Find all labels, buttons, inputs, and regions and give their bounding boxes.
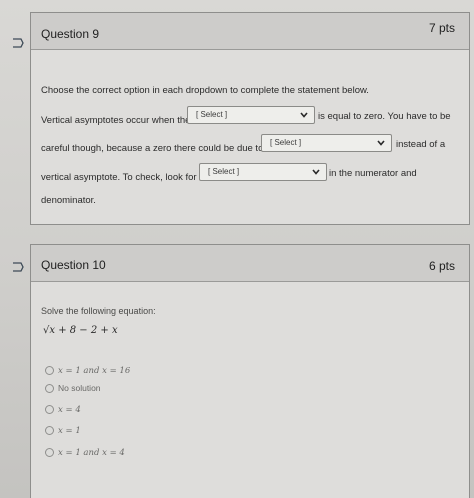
dropdown-3-label: [ Select ]	[208, 167, 240, 176]
answer-option-2[interactable]: No solution	[45, 383, 101, 397]
answer-option-4[interactable]: x = 1	[45, 425, 81, 439]
question-10-title: Question 10	[41, 258, 106, 272]
statement-text-6: in the numerator and	[329, 168, 417, 179]
question-9-points: 7 pts	[428, 21, 455, 35]
question-10-header: Question 10 6 pts	[31, 245, 469, 282]
answer-option-1[interactable]: x = 1 and x = 16	[45, 365, 130, 379]
statement-text-7: denominator.	[41, 195, 96, 206]
chevron-down-icon	[300, 112, 308, 118]
radio-button[interactable]	[45, 384, 54, 394]
question-10-prompt: Solve the following equation:	[41, 306, 156, 316]
question-9-title: Question 9	[41, 27, 100, 41]
radio-button[interactable]	[45, 405, 54, 415]
statement-text-2: is equal to zero. You have to be	[318, 111, 451, 122]
statement-text-5: vertical asymptote. To check, look for a	[41, 172, 205, 183]
statement-text-3: careful though, because a zero there cou…	[41, 143, 272, 154]
radio-button[interactable]	[45, 366, 54, 376]
chevron-down-icon	[377, 140, 385, 146]
dropdown-3[interactable]: [ Select ]	[199, 163, 327, 181]
dropdown-1[interactable]: [ Select ]	[187, 106, 315, 124]
answer-option-3[interactable]: x = 4	[45, 404, 81, 418]
question-10-equation: √x + 8 − 2 + x	[43, 325, 118, 336]
statement-text-4: instead of a	[396, 139, 446, 150]
dropdown-2-label: [ Select ]	[270, 138, 302, 147]
answer-option-4-label: x = 1	[58, 426, 81, 436]
question-9-instruction: Choose the correct option in each dropdo…	[41, 85, 369, 96]
chevron-down-icon	[312, 169, 320, 175]
answer-option-2-label: No solution	[58, 383, 101, 393]
question-9-header: Question 9 7 pts	[31, 13, 469, 50]
dropdown-2[interactable]: [ Select ]	[261, 134, 392, 152]
question-10-card: Question 10 6 pts Solve the following eq…	[30, 244, 470, 498]
quiz-page: Question 9 7 pts Choose the correct opti…	[0, 0, 474, 498]
flag-icon[interactable]	[12, 262, 24, 272]
answer-option-1-label: x = 1 and x = 16	[58, 366, 131, 376]
radio-button[interactable]	[45, 448, 54, 458]
statement-text-1: Vertical asymptotes occur when the	[41, 115, 191, 126]
flag-icon[interactable]	[12, 38, 24, 48]
answer-option-5[interactable]: x = 1 and x = 4	[45, 447, 125, 461]
radio-button[interactable]	[45, 426, 54, 436]
answer-option-3-label: x = 4	[58, 405, 81, 415]
answer-option-5-label: x = 1 and x = 4	[58, 448, 125, 458]
dropdown-1-label: [ Select ]	[196, 110, 228, 119]
question-9-card: Question 9 7 pts Choose the correct opti…	[30, 12, 470, 225]
question-10-points: 6 pts	[428, 259, 455, 273]
